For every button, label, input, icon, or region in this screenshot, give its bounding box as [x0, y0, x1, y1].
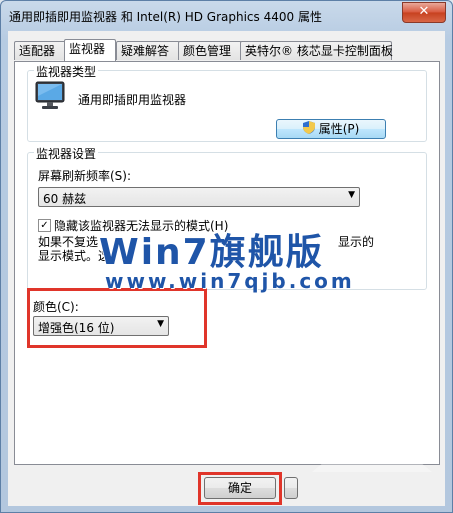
- tab-intel-control-panel[interactable]: 英特尔® 核芯显卡控制面板: [240, 41, 393, 60]
- monitor-type-title: 监视器类型: [34, 63, 99, 80]
- highlight-color-box: [27, 288, 207, 348]
- monitor-settings-group: 监视器设置 屏幕刷新频率(S): 60 赫兹 ▼ ✓ 隐藏该监视器无法显示的模式…: [27, 145, 427, 290]
- cancel-button-partial[interactable]: [284, 477, 298, 499]
- description-line-1: 如果不复选: [38, 235, 99, 249]
- refresh-rate-label: 屏幕刷新频率(S):: [38, 169, 132, 183]
- description-line-1-end: 显示的: [338, 235, 375, 249]
- highlight-ok-box: [198, 472, 282, 505]
- properties-window: 通用即插即用监视器 和 Intel(R) HD Graphics 4400 属性…: [0, 0, 453, 513]
- monitor-name: 通用即插即用监视器: [78, 93, 187, 107]
- chevron-down-icon: ▼: [348, 190, 355, 200]
- title-bar[interactable]: 通用即插即用监视器 和 Intel(R) HD Graphics 4400 属性…: [1, 1, 452, 29]
- monitor-type-group: 监视器类型 通用即插即用监视器 属性(P): [27, 63, 427, 142]
- monitor-tab-panel: 监视器类型 通用即插即用监视器 属性(P) 监视器设置 屏幕刷新频率(S): 6…: [14, 61, 440, 465]
- monitor-settings-title: 监视器设置: [34, 145, 99, 162]
- hide-modes-checkbox[interactable]: ✓: [38, 219, 51, 232]
- close-button[interactable]: ✕: [402, 2, 446, 23]
- properties-button[interactable]: 属性(P): [276, 119, 386, 139]
- tab-color-management[interactable]: 颜色管理: [178, 41, 242, 60]
- tab-monitor[interactable]: 监视器: [64, 39, 116, 61]
- refresh-rate-select[interactable]: 60 赫兹 ▼: [38, 187, 360, 207]
- description-line-2: 显示模式。这: [38, 249, 111, 263]
- tab-troubleshoot[interactable]: 疑难解答: [116, 41, 180, 60]
- check-icon: ✓: [40, 220, 49, 231]
- tab-adapter[interactable]: 适配器: [14, 41, 66, 60]
- shield-icon: [302, 120, 315, 139]
- dialog-client: 适配器 监视器 疑难解答 颜色管理 英特尔® 核芯显卡控制面板 监视器类型 通用…: [8, 31, 445, 506]
- window-title: 通用即插即用监视器 和 Intel(R) HD Graphics 4400 属性: [9, 10, 322, 24]
- close-icon: ✕: [418, 4, 430, 19]
- monitor-icon: [34, 81, 66, 114]
- hide-modes-label: 隐藏该监视器无法显示的模式(H): [54, 219, 229, 233]
